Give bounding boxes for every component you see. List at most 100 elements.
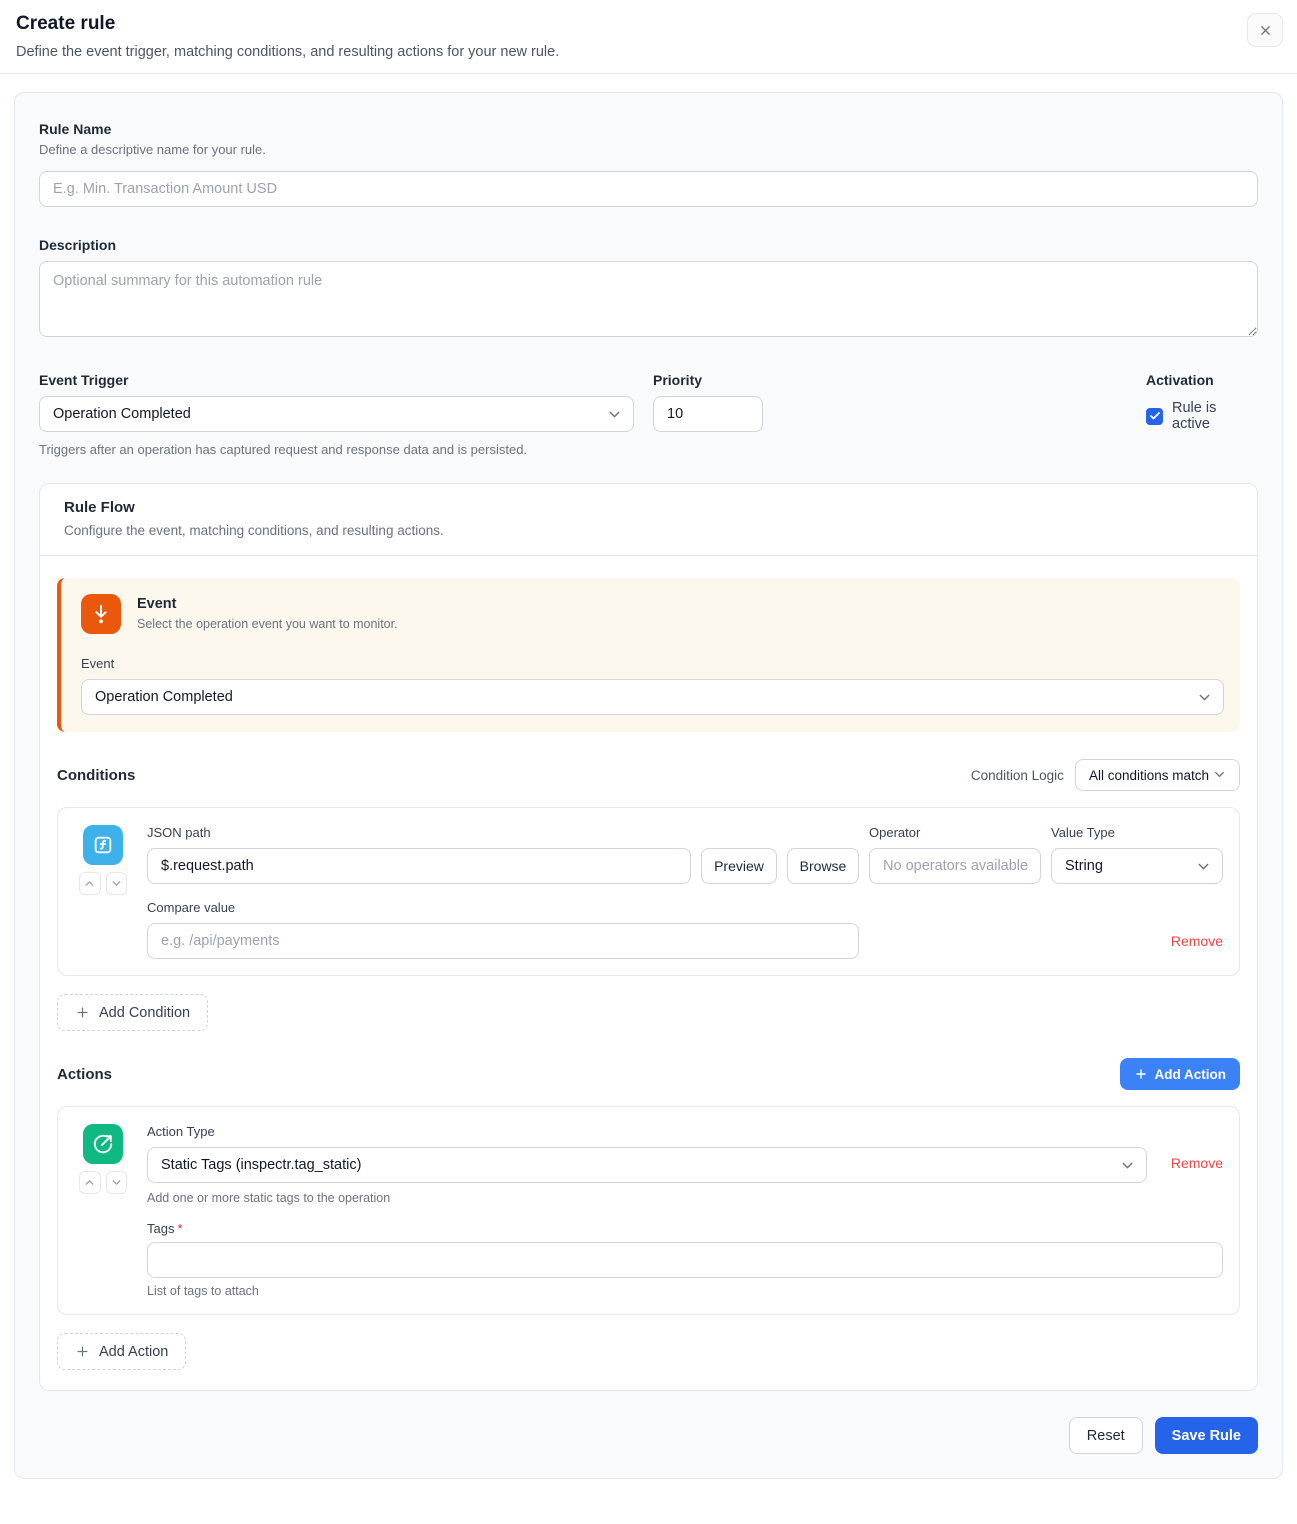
action-type-select[interactable]: Static Tags (inspectr.tag_static) [147,1147,1147,1183]
chevron-down-icon [110,1176,123,1189]
priority-input[interactable] [653,396,763,432]
circle-arrow-up-right-icon [92,1133,114,1155]
add-action-secondary-label: Add Action [99,1344,168,1360]
event-trigger-value: Operation Completed [53,406,191,422]
description-label: Description [39,237,1258,253]
chevron-down-icon [1196,689,1213,706]
action-row: Action Type Static Tags (inspectr.tag_st… [57,1106,1240,1315]
page-title: Create rule [16,13,559,35]
add-action-button-secondary[interactable]: Add Action [57,1333,186,1370]
required-asterisk: * [177,1221,182,1236]
action-type-helper: Add one or more static tags to the opera… [147,1191,1223,1205]
event-field-label: Event [81,656,1224,671]
condition-badge [83,825,123,865]
condition-fields: JSON path Operator Value Type Preview Br… [147,825,1223,959]
condition-row: JSON path Operator Value Type Preview Br… [57,807,1240,976]
compare-value-input[interactable] [147,923,859,959]
event-trigger-section: Event Trigger Operation Completed Trigge… [39,372,634,457]
rule-name-section: Rule Name Define a descriptive name for … [39,121,1258,207]
plus-icon [75,1344,90,1359]
plus-icon [1134,1067,1148,1081]
value-type-select[interactable]: String [1051,848,1223,884]
value-type-label: Value Type [1051,825,1223,840]
value-type-value: String [1065,858,1103,874]
chevron-down-icon [606,406,623,423]
action-left-rail [79,1124,127,1298]
condition-left-rail [79,825,127,959]
event-trigger-select[interactable]: Operation Completed [39,396,634,432]
rule-flow-header: Rule Flow Configure the event, matching … [40,484,1257,556]
rule-flow-body: Event Select the operation event you wan… [40,556,1257,1390]
compare-value-label: Compare value [147,900,1223,915]
event-trigger-helper: Triggers after an operation has captured… [39,442,634,457]
plus-icon [75,1005,90,1020]
event-block-subtitle: Select the operation event you want to m… [137,617,398,631]
create-rule-form: Rule Name Define a descriptive name for … [14,92,1283,1479]
activation-label: Activation [1146,372,1258,388]
action-type-value: Static Tags (inspectr.tag_static) [161,1157,361,1173]
event-block-title: Event [137,596,398,612]
event-head-text: Event Select the operation event you wan… [137,594,398,634]
trigger-priority-row: Event Trigger Operation Completed Trigge… [39,372,1258,457]
move-condition-up-button[interactable] [79,872,101,895]
event-trigger-label: Event Trigger [39,372,634,388]
remove-action-button[interactable]: Remove [1171,1155,1223,1171]
rule-name-helper: Define a descriptive name for your rule. [39,142,1258,157]
rule-active-checkbox[interactable] [1146,408,1163,425]
remove-condition-button[interactable]: Remove [1171,933,1223,949]
move-action-up-button[interactable] [79,1171,101,1194]
function-square-icon [92,834,114,856]
move-action-down-button[interactable] [106,1171,128,1194]
json-path-input[interactable] [147,848,691,884]
action-fields: Action Type Static Tags (inspectr.tag_st… [147,1124,1223,1298]
save-rule-button[interactable]: Save Rule [1155,1417,1258,1454]
add-action-button-primary[interactable]: Add Action [1120,1058,1241,1090]
chevron-up-icon [83,877,96,890]
event-badge [81,594,121,634]
operator-label: Operator [869,825,1041,840]
add-action-primary-label: Add Action [1155,1067,1227,1082]
add-condition-label: Add Condition [99,1005,190,1021]
rule-active-label: Rule is active [1172,400,1258,432]
tags-input[interactable] [147,1242,1223,1278]
actions-title: Actions [57,1066,112,1083]
check-icon [1149,410,1161,422]
page-subtitle: Define the event trigger, matching condi… [16,44,559,60]
event-select-value: Operation Completed [95,689,233,705]
event-block: Event Select the operation event you wan… [57,578,1240,732]
action-type-label: Action Type [147,1124,1223,1139]
close-icon [1258,23,1273,38]
operator-value: No operators available [883,858,1028,874]
browse-button[interactable]: Browse [787,848,859,884]
add-condition-button[interactable]: Add Condition [57,994,208,1031]
rule-name-input[interactable] [39,171,1258,207]
preview-button[interactable]: Preview [701,848,777,884]
dialog-header: Create rule Define the event trigger, ma… [0,0,1297,74]
operator-select[interactable]: No operators available [869,848,1041,884]
close-button[interactable] [1247,13,1283,47]
description-textarea[interactable] [39,261,1258,337]
reset-button[interactable]: Reset [1069,1417,1143,1454]
chevron-down-icon [110,877,123,890]
rule-flow-card: Rule Flow Configure the event, matching … [39,483,1258,1391]
chevron-down-icon [1119,1157,1136,1174]
move-condition-down-button[interactable] [106,872,128,895]
tags-label-row: Tags* [147,1221,1223,1236]
action-badge [83,1124,123,1164]
arrow-down-to-dot-icon [90,603,112,625]
rule-name-label: Rule Name [39,121,1258,137]
priority-section: Priority [653,372,763,432]
rule-flow-title: Rule Flow [64,499,1233,516]
event-select[interactable]: Operation Completed [81,679,1224,715]
condition-logic-label: Condition Logic [971,768,1064,783]
actions-header: Actions Add Action [57,1058,1240,1090]
conditions-header: Conditions Condition Logic All condition… [57,759,1240,791]
rule-flow-subtitle: Configure the event, matching conditions… [64,523,1233,538]
conditions-title: Conditions [57,767,135,784]
condition-logic-select[interactable]: All conditions match [1075,759,1240,791]
chevron-up-icon [83,1176,96,1189]
condition-logic-value: All conditions match [1089,768,1209,783]
chevron-down-icon [1212,767,1229,784]
json-path-label: JSON path [147,825,691,840]
form-footer: Reset Save Rule [39,1417,1258,1454]
